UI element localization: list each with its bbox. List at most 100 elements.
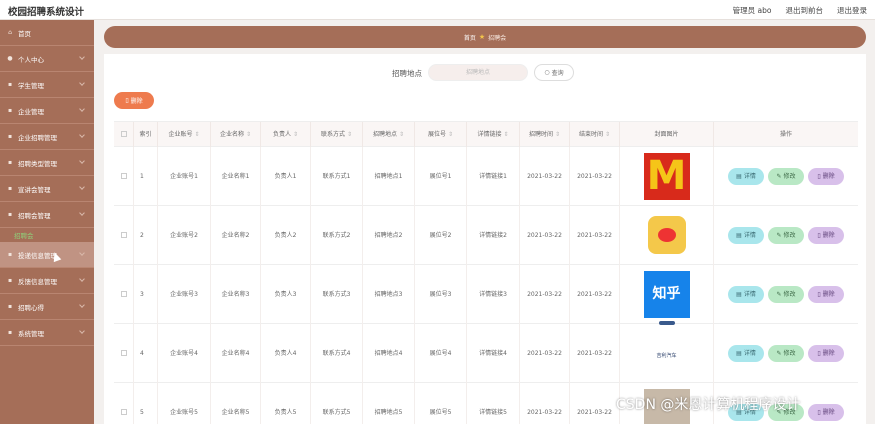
delete-button[interactable]: ▯ 删除 [808, 344, 844, 362]
batch-delete-button[interactable]: ▯ 删除 [114, 92, 154, 109]
sidebar-item-submissions[interactable]: ▪ 投递信息管理 [0, 242, 94, 268]
header-owner[interactable]: 负责人 ⇕ [261, 121, 311, 147]
sidebar-item-label: 学生管理 [18, 81, 44, 90]
detail-button[interactable]: ▤ 详情 [728, 285, 764, 303]
sidebar-item-label: 招聘类型管理 [18, 159, 57, 168]
trash-icon: ▯ [817, 408, 821, 416]
row-checkbox[interactable] [114, 264, 134, 324]
query-button[interactable]: ○ 查询 [534, 64, 574, 81]
cell-contact: 联系方式1 [311, 146, 363, 206]
breadcrumb-home[interactable]: 首页 [464, 33, 476, 42]
cell-account: 企业账号5 [158, 382, 211, 424]
cell-link: 详情链接5 [467, 382, 520, 424]
detail-button[interactable]: ▤ 详情 [728, 344, 764, 362]
cell-cover: M [620, 146, 714, 206]
header-contact[interactable]: 联系方式 ⇕ [311, 121, 363, 147]
detail-button[interactable]: ▤ 详情 [728, 167, 764, 185]
detail-button[interactable]: ▤ 详情 [728, 226, 764, 244]
sidebar-item-experiences[interactable]: ▪ 招聘心得 [0, 294, 94, 320]
cell-name: 企业名称5 [211, 382, 261, 424]
edit-button[interactable]: ✎ 修改 [768, 167, 804, 185]
chevron-down-icon [79, 328, 85, 334]
row-checkbox[interactable] [114, 382, 134, 424]
edit-button[interactable]: ✎ 修改 [768, 285, 804, 303]
menu-icon: ▪ [7, 133, 13, 140]
select-all-checkbox[interactable] [114, 121, 134, 147]
watermark-text: CSDN @米恩计算机程序设计 [616, 397, 801, 413]
header-account[interactable]: 企业账号 ⇕ [158, 121, 211, 147]
app-title: 校园招聘系统设计 [8, 7, 85, 18]
cell-location: 招聘地点3 [363, 264, 415, 324]
edit-icon: ✎ [776, 231, 782, 239]
admin-user-link[interactable]: 管理员 abo [733, 5, 772, 16]
header-start[interactable]: 招聘时间 ⇕ [520, 121, 570, 147]
cell-start: 2021-03-22 [520, 205, 570, 265]
header-end[interactable]: 结束时间 ⇕ [570, 121, 620, 147]
sidebar-item-profile[interactable]: ● 个人中心 [0, 46, 94, 72]
cell-name: 企业名称1 [211, 146, 261, 206]
header-label: 企业账号 [168, 130, 193, 138]
delete-label: 删除 [822, 231, 835, 239]
menu-icon: ▪ [7, 107, 13, 114]
sidebar-item-company-recruit[interactable]: ▪ 企业招聘管理 [0, 124, 94, 150]
cell-link: 详情链接2 [467, 205, 520, 265]
cell-end: 2021-03-22 [570, 146, 620, 206]
sort-icon: ⇕ [554, 130, 561, 138]
geely-logo-image: 吉利汽车 [643, 320, 690, 377]
cell-account: 企业账号1 [158, 146, 211, 206]
sidebar-item-label: 个人中心 [18, 55, 44, 64]
search-input[interactable]: 招聘地点 [428, 64, 528, 81]
sidebar-item-label: 系统管理 [18, 329, 44, 338]
cell-booth: 展位号3 [415, 264, 467, 324]
delete-button[interactable]: ▯ 删除 [808, 403, 844, 421]
sidebar: ⌂ 首页 ● 个人中心 ▪ 学生管理 ▪ 企业管理 ▪ 企业招聘管理 ▪ 招聘类型管理 ▪ 宣… [0, 20, 94, 424]
detail-icon: ▤ [736, 172, 742, 180]
cell-index: 5 [134, 382, 158, 424]
sidebar-item-system[interactable]: ▪ 系统管理 [0, 320, 94, 346]
sidebar-item-seminars[interactable]: ▪ 宣讲会管理 [0, 176, 94, 202]
sidebar-item-job-fairs[interactable]: ▪ 招聘会管理 [0, 202, 94, 228]
menu-icon: ▪ [7, 277, 13, 284]
cell-booth: 展位号1 [415, 146, 467, 206]
chevron-down-icon [79, 132, 85, 138]
edit-button[interactable]: ✎ 修改 [768, 226, 804, 244]
delete-button[interactable]: ▯ 删除 [808, 226, 844, 244]
cell-contact: 联系方式3 [311, 264, 363, 324]
sidebar-item-recruit-types[interactable]: ▪ 招聘类型管理 [0, 150, 94, 176]
sort-icon: ⇕ [292, 130, 299, 138]
header-link[interactable]: 详情链接 ⇕ [467, 121, 520, 147]
header-name[interactable]: 企业名称 ⇕ [211, 121, 261, 147]
chevron-down-icon [79, 276, 85, 282]
sidebar-item-students[interactable]: ▪ 学生管理 [0, 72, 94, 98]
header-label: 负责人 [272, 130, 291, 138]
exit-to-frontend-link[interactable]: 退出到前台 [786, 5, 824, 16]
row-checkbox[interactable] [114, 146, 134, 206]
menu-icon: ▪ [7, 81, 13, 88]
table-row: 2 企业账号2 企业名称2 负责人2 联系方式2 招聘地点2 展位号2 详情链接… [114, 205, 858, 265]
sidebar-subitem-job-fair[interactable]: 招聘会 [0, 228, 94, 242]
delete-button[interactable]: ▯ 删除 [808, 285, 844, 303]
delete-button[interactable]: ▯ 删除 [808, 167, 844, 185]
header-location[interactable]: 招聘地点 ⇕ [363, 121, 415, 147]
detail-icon: ▤ [736, 349, 742, 357]
sidebar-item-companies[interactable]: ▪ 企业管理 [0, 98, 94, 124]
row-checkbox[interactable] [114, 323, 134, 383]
main-panel: 招聘地点 招聘地点 ○ 查询 ▯ 删除 索引 企业账号 ⇕ 企业名称 ⇕ 负责人 ⇕ 联系… [104, 54, 866, 424]
logout-link[interactable]: 退出登录 [837, 5, 867, 16]
sidebar-item-home[interactable]: ⌂ 首页 [0, 20, 94, 46]
sidebar-item-feedback[interactable]: ▪ 反馈信息管理 [0, 268, 94, 294]
header-booth[interactable]: 展位号 ⇕ [415, 121, 467, 147]
sidebar-item-label: 招聘心得 [18, 303, 44, 312]
top-bar: 校园招聘系统设计 管理员 abo 退出到前台 退出登录 [0, 0, 875, 20]
chevron-down-icon [79, 80, 85, 86]
cell-owner: 负责人4 [261, 323, 311, 383]
sort-icon: ⇕ [346, 130, 353, 138]
header-index: 索引 [134, 121, 158, 147]
cell-booth: 展位号5 [415, 382, 467, 424]
cell-index: 1 [134, 146, 158, 206]
row-checkbox[interactable] [114, 205, 134, 265]
cell-owner: 负责人2 [261, 205, 311, 265]
edit-button[interactable]: ✎ 修改 [768, 344, 804, 362]
cell-name: 企业名称4 [211, 323, 261, 383]
cell-index: 4 [134, 323, 158, 383]
